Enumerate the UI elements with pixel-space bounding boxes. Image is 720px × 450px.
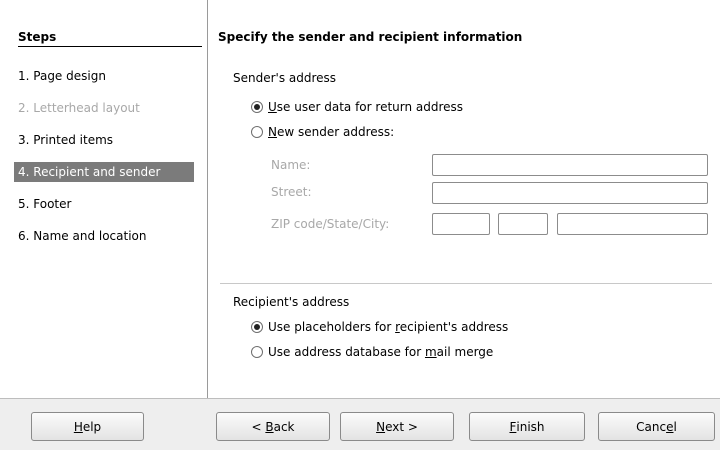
name-input[interactable]: [432, 154, 708, 176]
new-sender-address-label: New sender address:: [268, 125, 395, 139]
radio-selected-icon: [251, 321, 263, 333]
step-page-design[interactable]: 1. Page design: [18, 66, 194, 86]
state-input[interactable]: [498, 213, 548, 235]
recipient-section-label: Recipient's address: [233, 295, 350, 309]
street-input[interactable]: [432, 182, 708, 204]
button-bar: Help < Back Next > Finish Canc e l: [0, 398, 720, 450]
steps-header: Steps: [18, 30, 202, 47]
steps-pane: Steps 1. Page design 2. Letterhead layou…: [0, 0, 208, 398]
new-sender-address-radio[interactable]: New sender address:: [251, 123, 394, 141]
radio-unselected-icon: [251, 346, 263, 358]
use-placeholders-radio[interactable]: Use placeholders for recipient's address: [251, 318, 508, 336]
street-label: Street:: [271, 185, 312, 199]
use-placeholders-label: Use placeholders for recipient's address: [268, 320, 509, 334]
finish-button[interactable]: Finish: [469, 412, 585, 441]
sender-section-label: Sender's address: [233, 71, 337, 85]
use-address-database-label: Use address database for mail merge: [268, 345, 494, 359]
step-recipient-and-sender[interactable]: 4. Recipient and sender: [14, 162, 194, 182]
help-button[interactable]: Help: [31, 412, 144, 441]
use-user-data-label: Use user data for return address: [268, 100, 464, 114]
zip-state-city-label: ZIP code/State/City:: [271, 217, 390, 231]
radio-unselected-icon: [251, 126, 263, 138]
use-user-data-radio[interactable]: Use user data for return address: [251, 98, 463, 116]
back-button[interactable]: < Back: [216, 412, 330, 441]
use-address-database-radio[interactable]: Use address database for mail merge: [251, 343, 493, 361]
step-printed-items[interactable]: 3. Printed items: [18, 130, 194, 150]
cancel-button[interactable]: Canc e l: [598, 412, 715, 441]
step-letterhead-layout: 2. Letterhead layout: [18, 101, 140, 115]
step-name-and-location[interactable]: 6. Name and location: [18, 226, 194, 246]
radio-selected-icon: [251, 101, 263, 113]
city-input[interactable]: [557, 213, 708, 235]
next-button[interactable]: Next >: [340, 412, 454, 441]
zip-code-input[interactable]: [432, 213, 490, 235]
page-title: Specify the sender and recipient informa…: [218, 30, 523, 44]
section-divider: [220, 283, 712, 284]
name-label: Name:: [271, 158, 311, 172]
step-footer[interactable]: 5. Footer: [18, 194, 194, 214]
